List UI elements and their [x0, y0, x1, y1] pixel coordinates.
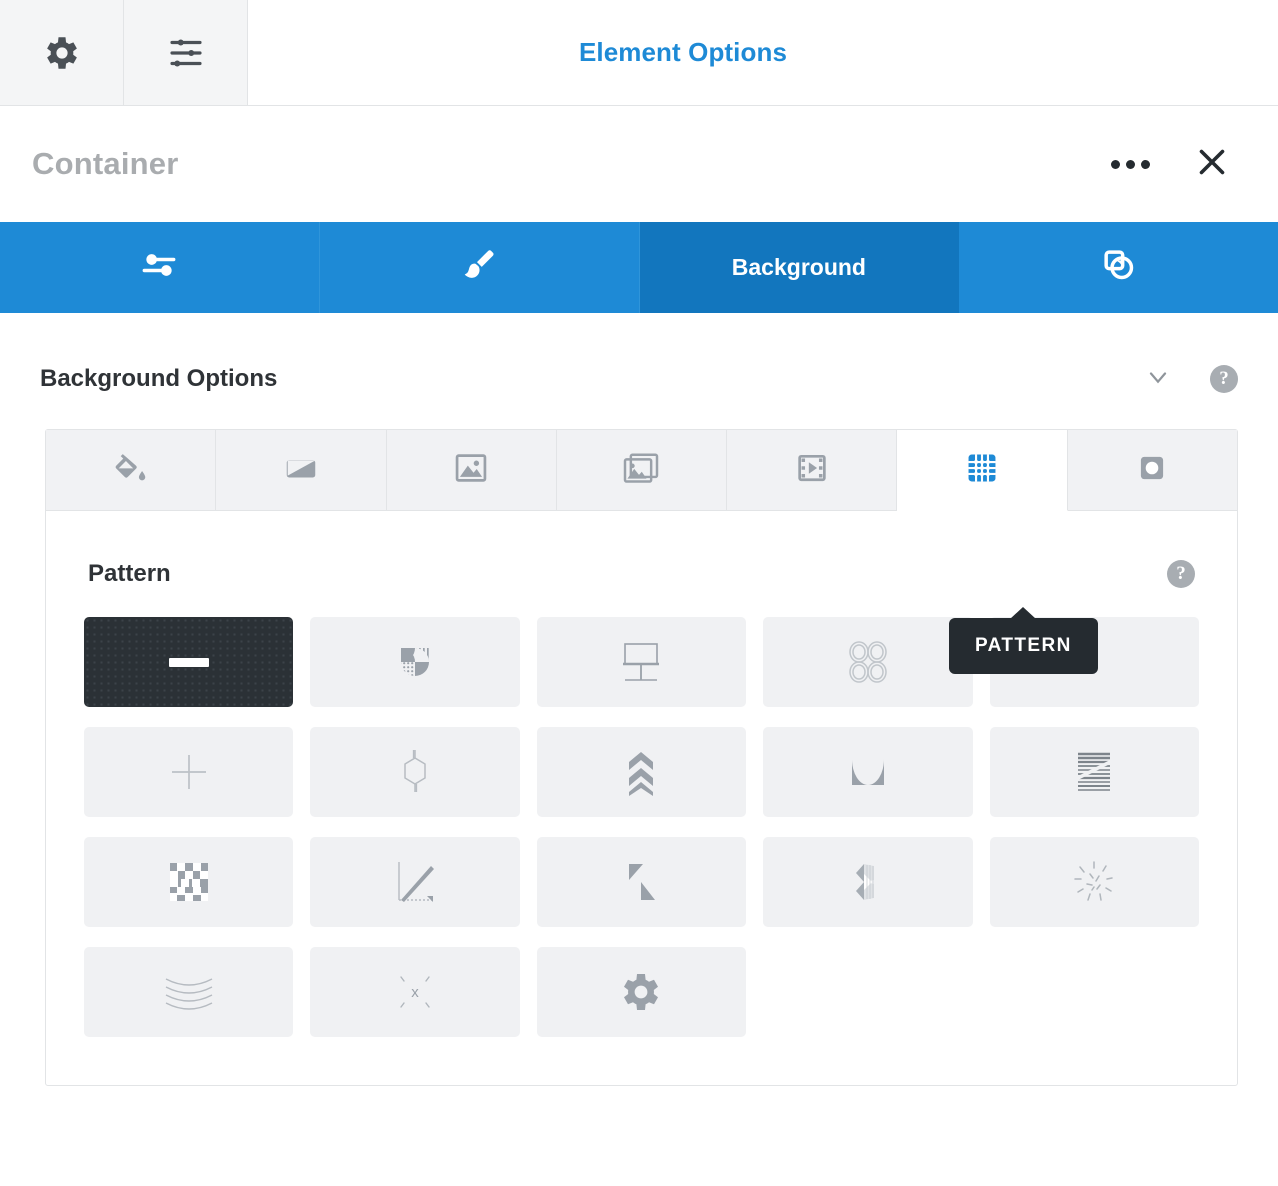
app-bar: Element Options — [0, 0, 1278, 106]
close-icon — [1194, 144, 1230, 185]
element-settings-button[interactable] — [124, 0, 248, 105]
pattern-block: Pattern ? PATTERN x — [46, 511, 1237, 1085]
hexagon-icon — [404, 750, 426, 792]
film-play-icon — [793, 449, 831, 492]
ellipsis-icon — [1141, 159, 1150, 169]
ellipsis-icon — [1111, 159, 1120, 169]
horizontal-lines-icon — [1078, 752, 1111, 791]
pattern-header: Pattern ? — [84, 545, 1199, 603]
pattern-tile-hexagon[interactable] — [310, 727, 520, 817]
pattern-grid-icon — [965, 451, 999, 490]
pattern-tile-x[interactable]: x — [310, 947, 520, 1037]
subtab-image[interactable] — [387, 430, 557, 510]
svg-text:x: x — [411, 984, 419, 1001]
pattern-tile-quarters[interactable] — [310, 617, 520, 707]
background-options-header: Background Options ? — [0, 313, 1278, 409]
element-name: Container — [32, 146, 179, 181]
tab-background-label: Background — [731, 254, 866, 280]
arch-curve-icon — [851, 759, 884, 785]
shapes-clone-icon — [1097, 243, 1141, 293]
ellipsis-icon — [1126, 159, 1135, 169]
element-header: Container — [0, 106, 1278, 222]
pattern-tile-burst[interactable] — [989, 837, 1199, 927]
sliders-icon — [137, 243, 181, 293]
two-triangles-icon — [629, 864, 656, 900]
x-sparkle-icon: x — [400, 976, 430, 1008]
mask-shape-icon — [1134, 450, 1170, 491]
pattern-tile-chevrons[interactable] — [536, 727, 747, 817]
pattern-tile-waves[interactable] — [84, 947, 294, 1037]
table-stand-icon — [623, 643, 660, 681]
pattern-tile-triangles[interactable] — [536, 837, 747, 927]
section-title: Background Options — [40, 365, 278, 392]
pattern-tile-bathroom[interactable] — [536, 617, 747, 707]
subtab-pattern[interactable] — [897, 430, 1068, 511]
checkerboard-icon — [169, 863, 208, 901]
section-help-icon[interactable]: ? — [1210, 365, 1238, 393]
pattern-help-icon[interactable]: ? — [1167, 560, 1195, 588]
subtab-gradient[interactable] — [216, 430, 387, 510]
dash-icon — [168, 657, 209, 667]
background-type-tabs — [46, 430, 1237, 511]
chevron-down-icon — [1144, 363, 1172, 396]
tab-general[interactable] — [0, 222, 320, 313]
chevrons-up-icon — [629, 752, 654, 796]
section-actions: ? — [1138, 357, 1238, 402]
paint-bucket-icon — [112, 449, 150, 492]
wavy-lines-icon — [165, 978, 213, 1010]
tab-styling[interactable] — [320, 222, 640, 313]
pattern-tile-cross[interactable] — [84, 727, 294, 817]
dashed-burst-icon — [1074, 861, 1114, 901]
pattern-tile-none[interactable] — [84, 617, 294, 707]
background-options-panel: Pattern ? PATTERN x — [45, 429, 1238, 1086]
close-button[interactable] — [1190, 140, 1234, 189]
pattern-tile-diagonal[interactable] — [310, 837, 520, 927]
sliders-settings-icon — [165, 32, 207, 74]
pattern-tile-lines[interactable] — [989, 727, 1199, 817]
gear-icon — [41, 32, 83, 74]
pattern-tile-fan[interactable] — [763, 837, 973, 927]
pattern-tile-bubbles[interactable] — [763, 617, 973, 707]
pattern-tile-custom[interactable] — [536, 947, 747, 1037]
element-header-actions — [1103, 140, 1246, 189]
tab-advanced[interactable] — [959, 222, 1278, 313]
four-rings-icon — [849, 641, 887, 683]
pattern-grid: x — [84, 617, 1199, 1037]
image-icon — [452, 449, 490, 492]
subtab-slideshow[interactable] — [557, 430, 728, 510]
pattern-tile-checker[interactable] — [84, 837, 294, 927]
pattern-tile-arches[interactable] — [763, 727, 973, 817]
more-options-button[interactable] — [1103, 152, 1158, 177]
images-stack-icon — [621, 449, 661, 492]
subtab-color[interactable] — [46, 430, 217, 510]
tab-background[interactable]: Background — [639, 222, 960, 313]
gear-icon — [624, 974, 659, 1010]
pattern-tooltip: PATTERN — [949, 618, 1098, 674]
subtab-mask[interactable] — [1068, 430, 1237, 510]
settings-gear-button[interactable] — [0, 0, 124, 105]
diagonal-line-icon — [398, 862, 435, 902]
folded-fan-icon — [855, 864, 874, 900]
main-tab-bar: Background — [0, 222, 1278, 313]
quarter-circles-icon — [387, 634, 443, 690]
collapse-section-button[interactable] — [1138, 357, 1178, 402]
plus-cross-icon — [171, 755, 206, 789]
app-title-wrap: Element Options — [248, 0, 1278, 105]
app-title: Element Options — [578, 37, 788, 67]
paintbrush-icon — [457, 243, 501, 293]
pattern-label: Pattern — [88, 560, 171, 587]
gradient-icon — [282, 449, 320, 492]
subtab-video[interactable] — [727, 430, 898, 510]
